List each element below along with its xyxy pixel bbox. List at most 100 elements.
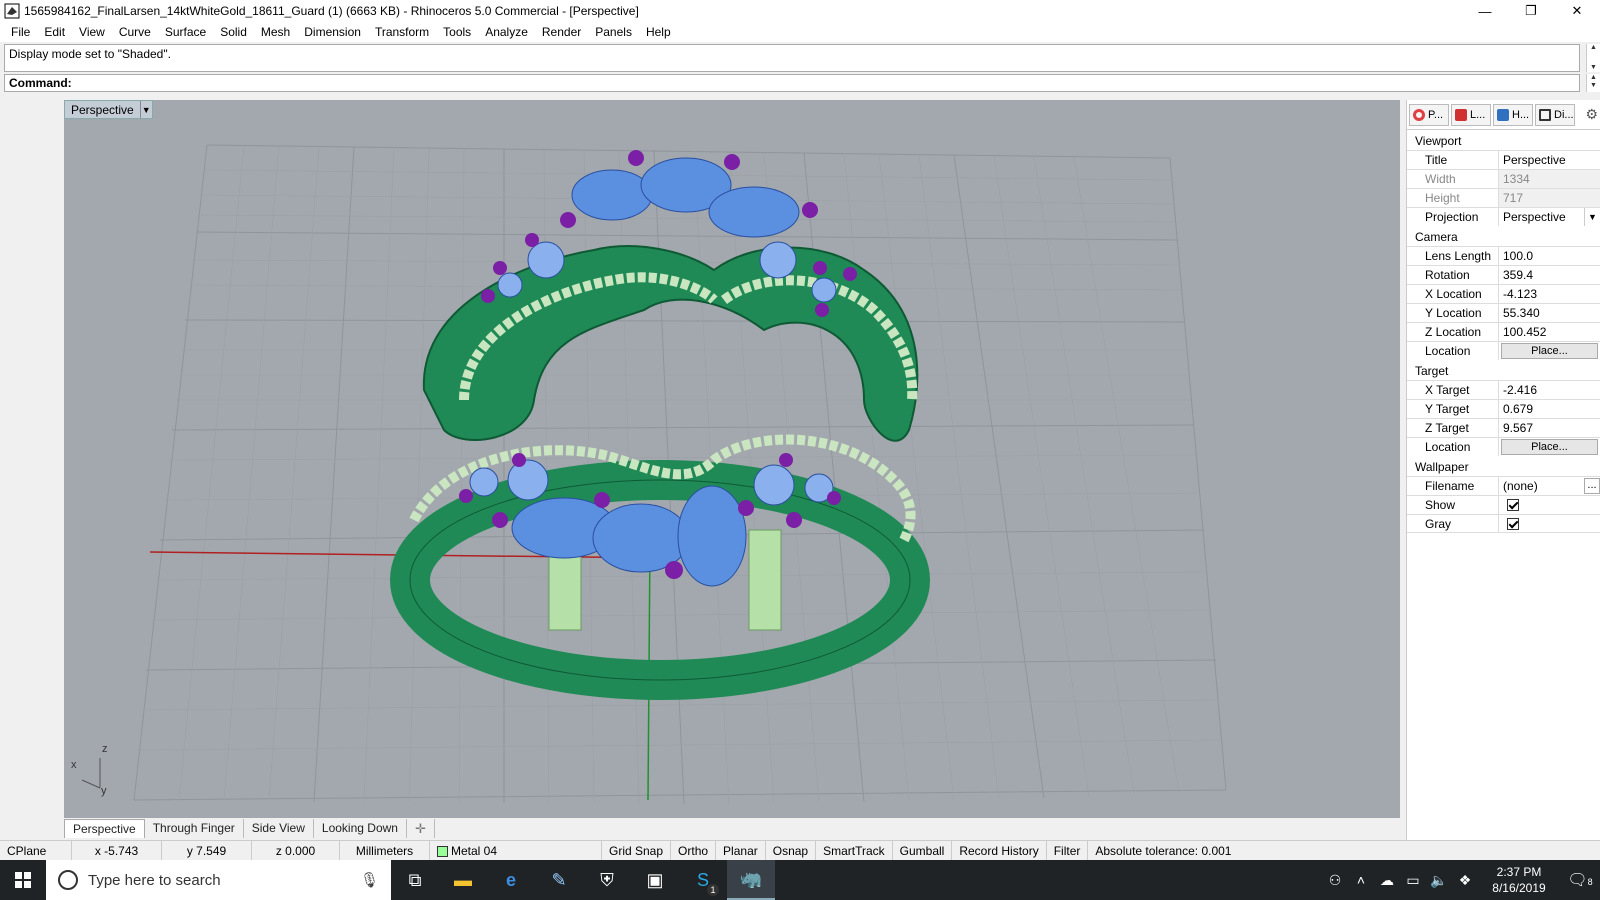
- menu-dimension[interactable]: Dimension: [297, 22, 368, 42]
- title-label: Title: [1407, 151, 1499, 169]
- tab-properties[interactable]: P...: [1409, 103, 1449, 126]
- menu-file[interactable]: File: [4, 22, 37, 42]
- gray-checkbox[interactable]: [1507, 518, 1519, 530]
- tab-looking-down[interactable]: Looking Down: [314, 819, 407, 838]
- edge-browser-icon[interactable]: e: [487, 860, 535, 900]
- close-button[interactable]: ✕: [1554, 0, 1600, 22]
- z-location-row: Z Location 100.452: [1407, 322, 1600, 341]
- x-target-row: X Target -2.416: [1407, 380, 1600, 399]
- menu-panels[interactable]: Panels: [588, 22, 639, 42]
- command-history: Display mode set to "Shaded".: [4, 44, 1580, 72]
- filter-toggle[interactable]: Filter: [1047, 840, 1089, 861]
- perspective-viewport[interactable]: z x y Perspective ▼: [64, 100, 1400, 818]
- current-layer[interactable]: Metal 04: [430, 840, 602, 861]
- target-location-row: Location Place...: [1407, 437, 1600, 456]
- viewport-scene: z x y: [71, 144, 1227, 805]
- camera-place-button[interactable]: Place...: [1501, 343, 1598, 359]
- command-history-text: Display mode set to "Shaded".: [9, 47, 171, 61]
- tab-perspective[interactable]: Perspective: [64, 819, 145, 838]
- menu-mesh[interactable]: Mesh: [254, 22, 297, 42]
- rotation-label: Rotation: [1407, 266, 1499, 284]
- z-target-field[interactable]: 9.567: [1499, 419, 1600, 437]
- x-location-field[interactable]: -4.123: [1499, 285, 1600, 303]
- grid-snap-toggle[interactable]: Grid Snap: [602, 840, 672, 861]
- people-icon[interactable]: ⚇: [1322, 872, 1348, 889]
- x-coordinate: x -5.743: [72, 840, 162, 861]
- units-indicator[interactable]: Millimeters: [340, 840, 430, 861]
- planar-toggle[interactable]: Planar: [716, 840, 766, 861]
- command-scrollbar[interactable]: ▲ ▼: [1586, 74, 1600, 92]
- ortho-toggle[interactable]: Ortho: [671, 840, 717, 861]
- projection-select[interactable]: Perspective ▼: [1499, 208, 1600, 226]
- menu-analyze[interactable]: Analyze: [478, 22, 535, 42]
- menu-edit[interactable]: Edit: [37, 22, 72, 42]
- height-label: Height: [1407, 189, 1499, 207]
- tab-layers[interactable]: L...: [1451, 103, 1491, 126]
- width-field: 1334: [1499, 170, 1600, 188]
- menu-surface[interactable]: Surface: [158, 22, 213, 42]
- z-location-field[interactable]: 100.452: [1499, 323, 1600, 341]
- minimize-button[interactable]: —: [1462, 0, 1508, 22]
- tab-through-finger[interactable]: Through Finger: [145, 819, 244, 838]
- menu-render[interactable]: Render: [535, 22, 588, 42]
- file-explorer-icon[interactable]: ▬: [439, 860, 487, 900]
- tab-help[interactable]: H...: [1493, 103, 1533, 126]
- menu-tools[interactable]: Tools: [436, 22, 478, 42]
- clock[interactable]: 2:37 PM 8/16/2019: [1478, 864, 1560, 896]
- rhino-app-icon: [4, 3, 20, 19]
- tab-side-view[interactable]: Side View: [244, 819, 314, 838]
- title-field[interactable]: Perspective: [1499, 151, 1600, 169]
- gear-icon[interactable]: ⚙: [1585, 106, 1598, 123]
- taskbar-search-box[interactable]: Type here to search 🎙: [46, 860, 391, 900]
- chevron-up-icon[interactable]: ˄: [1348, 872, 1374, 888]
- start-button[interactable]: [0, 860, 46, 900]
- skype-icon[interactable]: S1: [679, 860, 727, 900]
- security-shield-icon[interactable]: ⛨: [583, 860, 631, 900]
- command-line[interactable]: Command:: [4, 74, 1580, 92]
- lens-field[interactable]: 100.0: [1499, 247, 1600, 265]
- y-location-row: Y Location 55.340: [1407, 303, 1600, 322]
- y-location-field[interactable]: 55.340: [1499, 304, 1600, 322]
- record-history-toggle[interactable]: Record History: [952, 840, 1047, 861]
- notifications-icon[interactable]: 🗨8: [1560, 870, 1600, 890]
- browse-button[interactable]: ...: [1584, 478, 1600, 494]
- network-icon[interactable]: ▭: [1400, 872, 1426, 889]
- projection-value: Perspective: [1503, 210, 1566, 224]
- tab-display[interactable]: Di...: [1535, 103, 1575, 126]
- volume-icon[interactable]: 🔈: [1426, 872, 1452, 889]
- title-bar: 1565984162_FinalLarsen_14ktWhiteGold_186…: [0, 0, 1600, 22]
- cplane-indicator[interactable]: CPlane: [0, 840, 72, 861]
- viewport-menu-dropdown-icon[interactable]: ▼: [139, 101, 152, 118]
- viewport-title-tab[interactable]: Perspective ▼: [64, 100, 153, 119]
- window-title: 1565984162_FinalLarsen_14ktWhiteGold_186…: [24, 4, 639, 18]
- smarttrack-toggle[interactable]: SmartTrack: [816, 840, 893, 861]
- microphone-icon[interactable]: 🎙: [360, 871, 379, 889]
- help-icon: [1497, 108, 1509, 121]
- x-target-field[interactable]: -2.416: [1499, 381, 1600, 399]
- menu-view[interactable]: View: [72, 22, 112, 42]
- restore-button[interactable]: ❐: [1508, 0, 1554, 22]
- axis-y-label: y: [101, 785, 107, 797]
- onedrive-icon[interactable]: ☁: [1374, 872, 1400, 889]
- task-view-icon[interactable]: ⧉: [391, 860, 439, 900]
- show-checkbox[interactable]: [1507, 499, 1519, 511]
- rhino-taskbar-icon[interactable]: 🦏: [727, 860, 775, 900]
- osnap-toggle[interactable]: Osnap: [766, 840, 817, 861]
- menu-curve[interactable]: Curve: [112, 22, 158, 42]
- menu-help[interactable]: Help: [639, 22, 678, 42]
- rotation-field[interactable]: 359.4: [1499, 266, 1600, 284]
- filename-field[interactable]: (none)...: [1499, 477, 1600, 495]
- wallpaper-heading: Wallpaper: [1415, 460, 1469, 474]
- add-viewport-icon[interactable]: ✛: [407, 819, 435, 838]
- paint-icon[interactable]: ✎: [535, 860, 583, 900]
- y-target-field[interactable]: 0.679: [1499, 400, 1600, 418]
- camera-heading: Camera: [1415, 230, 1458, 244]
- app-window-icon[interactable]: ▣: [631, 860, 679, 900]
- gumball-toggle[interactable]: Gumball: [893, 840, 953, 861]
- chevron-down-icon[interactable]: ▼: [1584, 208, 1600, 226]
- menu-solid[interactable]: Solid: [213, 22, 254, 42]
- history-scrollbar[interactable]: ▲ ▼: [1586, 44, 1600, 72]
- dropbox-icon[interactable]: ❖: [1452, 872, 1478, 889]
- menu-transform[interactable]: Transform: [368, 22, 436, 42]
- target-place-button[interactable]: Place...: [1501, 439, 1598, 455]
